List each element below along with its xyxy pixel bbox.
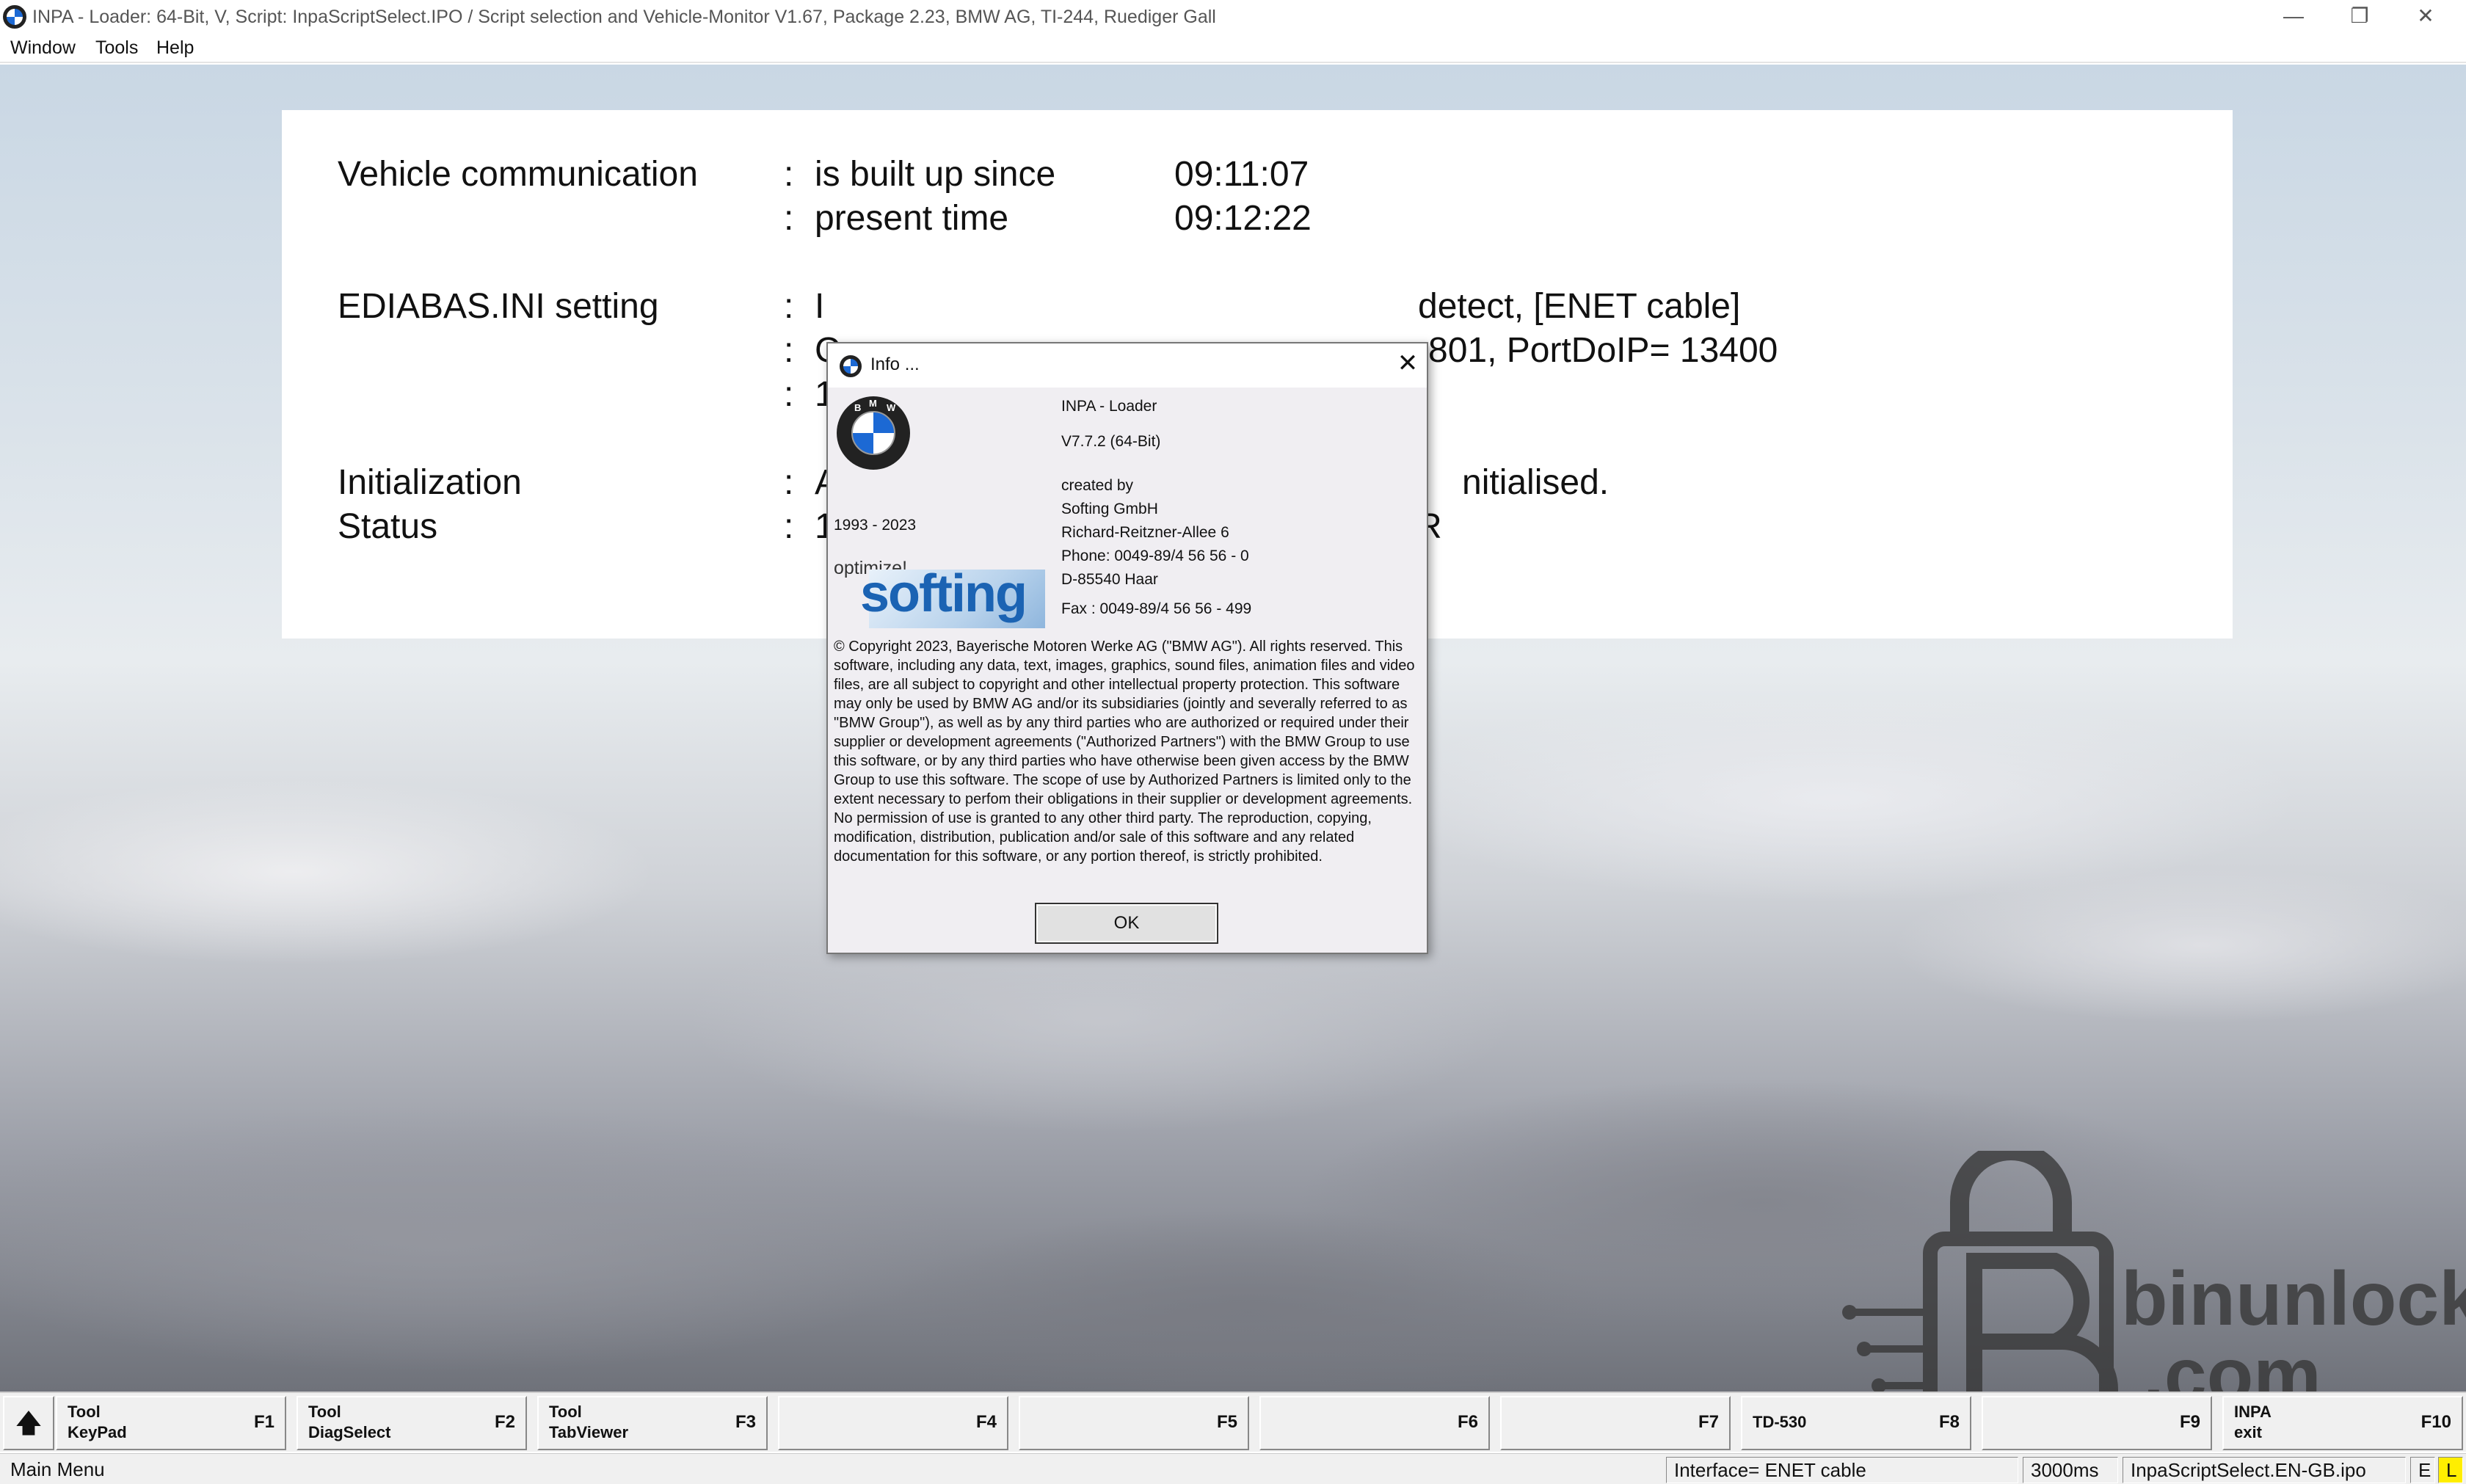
copyright-text: © Copyright 2023, Bayerische Motoren Wer… bbox=[834, 639, 1415, 865]
minimize-button[interactable]: — bbox=[2260, 0, 2327, 34]
version-text: V7.7.2 (64-Bit) bbox=[1061, 433, 1161, 450]
watermark-text: binunlock .com bbox=[2121, 1256, 2466, 1392]
f3-button[interactable]: Tool TabViewer F3 bbox=[537, 1396, 768, 1450]
close-window-button[interactable]: ✕ bbox=[2393, 0, 2459, 34]
dialog-caption: Info ... bbox=[870, 354, 920, 374]
ediabas-label: EDIABAS.INI setting bbox=[338, 287, 659, 326]
title-bar: INPA - Loader: 64-Bit, V, Script: InpaSc… bbox=[0, 0, 2466, 34]
fax-text: Fax : 0049-89/4 56 56 - 499 bbox=[1061, 600, 1252, 617]
street-text: Richard-Reitzner-Allee 6 bbox=[1061, 524, 1229, 541]
separator: : bbox=[784, 507, 794, 546]
separator: : bbox=[784, 287, 794, 326]
f1-button[interactable]: Tool KeyPad F1 bbox=[56, 1396, 286, 1450]
dialog-title-bar: Info ... ✕ bbox=[828, 343, 1427, 388]
bmw-logo: B M W bbox=[837, 396, 910, 470]
separator: : bbox=[784, 463, 794, 502]
ok-button[interactable]: OK bbox=[1035, 903, 1218, 944]
f8-button[interactable]: TD-530 F8 bbox=[1741, 1396, 1971, 1450]
created-by-text: created by bbox=[1061, 477, 1134, 494]
phone-text: Phone: 0049-89/4 56 56 - 0 bbox=[1061, 548, 1249, 564]
product-name: INPA - Loader bbox=[1061, 398, 1157, 415]
info-dialog: Info ... ✕ B M W 1993 - 2023 INPA - Load… bbox=[826, 342, 1428, 954]
menu-window[interactable]: Window bbox=[10, 37, 76, 59]
status-bar: Main Menu Interface= ENET cable 3000ms I… bbox=[0, 1453, 2466, 1484]
window-title: INPA - Loader: 64-Bit, V, Script: InpaSc… bbox=[32, 7, 1216, 27]
built-up-label: is built up since bbox=[815, 155, 1056, 194]
f2-button[interactable]: Tool DiagSelect F2 bbox=[297, 1396, 527, 1450]
bmw-app-icon bbox=[3, 5, 26, 29]
status-e-indicator: E bbox=[2410, 1457, 2435, 1483]
ediabas-line-2-right: 801, PortDoIP= 13400 bbox=[1428, 331, 1778, 370]
restore-button[interactable]: ❐ bbox=[2327, 0, 2393, 34]
function-key-bar: 🡅 Tool KeyPad F1 Tool DiagSelect F2 Tool T… bbox=[0, 1392, 2466, 1452]
status-l-indicator: L bbox=[2438, 1457, 2463, 1483]
separator: : bbox=[784, 199, 794, 238]
initialization-right: nitialised. bbox=[1462, 463, 1610, 502]
status-interface: Interface= ENET cable bbox=[1666, 1457, 2018, 1483]
separator: : bbox=[784, 331, 794, 370]
softing-logo: optimize! softing bbox=[834, 558, 1054, 631]
f4-button[interactable]: F4 bbox=[778, 1396, 1008, 1450]
f7-button[interactable]: F7 bbox=[1500, 1396, 1731, 1450]
years-text: 1993 - 2023 bbox=[834, 517, 917, 534]
ediabas-line-1-right: detect, [ENET cable] bbox=[1418, 287, 1741, 326]
status-script: InpaScriptSelect.EN-GB.ipo bbox=[2123, 1457, 2406, 1483]
binunlock-watermark: binunlock .com bbox=[1835, 1141, 2466, 1392]
menu-bar: Window Tools Help bbox=[0, 34, 2466, 63]
status-mode: Main Menu bbox=[10, 1458, 105, 1480]
separator: : bbox=[784, 155, 794, 194]
built-up-time: 09:11:07 bbox=[1174, 155, 1309, 194]
ediabas-line-1-left: I bbox=[815, 287, 825, 326]
vehicle-communication-label: Vehicle communication bbox=[338, 155, 698, 194]
f5-button[interactable]: F5 bbox=[1019, 1396, 1249, 1450]
company-text: Softing GmbH bbox=[1061, 501, 1158, 517]
status-label: Status bbox=[338, 507, 438, 546]
f6-button[interactable]: F6 bbox=[1259, 1396, 1490, 1450]
status-timing: 3000ms bbox=[2023, 1457, 2118, 1483]
menu-help[interactable]: Help bbox=[156, 37, 194, 59]
f10-button[interactable]: INPA exit F10 bbox=[2222, 1396, 2463, 1450]
present-time-value: 09:12:22 bbox=[1174, 199, 1312, 238]
present-time-label: present time bbox=[815, 199, 1009, 238]
up-arrow-button[interactable]: 🡅 bbox=[3, 1396, 54, 1450]
separator: : bbox=[784, 375, 794, 414]
f9-button[interactable]: F9 bbox=[1982, 1396, 2212, 1450]
city-text: D-85540 Haar bbox=[1061, 571, 1158, 588]
bmw-dialog-icon bbox=[840, 355, 862, 377]
menu-tools[interactable]: Tools bbox=[95, 37, 138, 59]
dialog-close-button[interactable]: ✕ bbox=[1393, 349, 1422, 379]
initialization-label: Initialization bbox=[338, 463, 522, 502]
workspace-background: Vehicle communication : is built up sinc… bbox=[0, 65, 2466, 1392]
